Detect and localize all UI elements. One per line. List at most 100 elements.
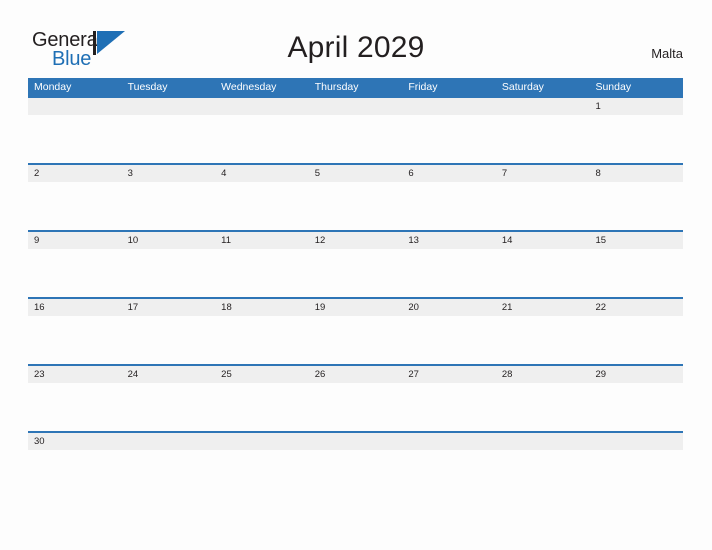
day-cell-number[interactable]: 11 [215,232,309,249]
day-cell-number[interactable]: 7 [496,165,590,182]
day-cell-number[interactable]: 6 [402,165,496,182]
day-cell-number[interactable]: 15 [589,232,683,249]
day-cell-number[interactable]: 12 [309,232,403,249]
day-note-slot[interactable] [122,249,216,297]
day-cell-number[interactable]: 14 [496,232,590,249]
week-daynumber-band: 23 24 25 26 27 28 29 [28,366,683,383]
weekday-header-saturday: Saturday [501,81,544,93]
week-note-area [28,249,683,297]
day-note-slot[interactable] [28,249,122,297]
day-note-slot[interactable] [402,316,496,364]
day-note-slot[interactable] [496,383,590,431]
page-title: April 2029 [287,31,425,64]
day-note-slot[interactable] [309,316,403,364]
day-note-slot[interactable] [215,115,309,163]
day-note-slot[interactable] [589,115,683,163]
day-note-slot[interactable] [589,383,683,431]
day-cell-number[interactable] [215,98,309,115]
day-cell-number[interactable]: 30 [28,433,122,450]
day-note-slot[interactable] [589,249,683,297]
weekday-header-wednesday: Wednesday [221,81,277,93]
day-note-slot[interactable] [496,249,590,297]
day-note-slot[interactable] [215,316,309,364]
week-note-area [28,383,683,431]
day-note-slot[interactable] [28,182,122,230]
day-cell-number[interactable] [496,98,590,115]
day-cell-number[interactable]: 10 [122,232,216,249]
day-cell-number[interactable] [402,433,496,450]
weekday-header-friday: Friday [408,81,438,93]
day-cell-number[interactable]: 8 [589,165,683,182]
day-cell-number[interactable]: 28 [496,366,590,383]
day-cell-number[interactable]: 3 [122,165,216,182]
week-daynumber-band: 9 10 11 12 13 14 15 [28,232,683,249]
day-note-slot[interactable] [496,182,590,230]
week-daynumber-band: 16 17 18 19 20 21 22 [28,299,683,316]
day-note-slot[interactable] [122,115,216,163]
day-note-slot[interactable] [215,249,309,297]
day-note-slot[interactable] [122,182,216,230]
day-note-slot[interactable] [496,115,590,163]
day-cell-number[interactable] [402,98,496,115]
day-note-slot[interactable] [589,316,683,364]
day-cell-number[interactable]: 24 [122,366,216,383]
day-note-slot[interactable] [589,182,683,230]
day-cell-number[interactable]: 25 [215,366,309,383]
day-cell-number[interactable] [496,433,590,450]
day-note-slot[interactable] [122,383,216,431]
day-cell-number[interactable] [215,433,309,450]
day-note-slot[interactable] [28,316,122,364]
day-cell-number[interactable] [589,433,683,450]
weekday-header-tuesday: Tuesday [127,81,168,93]
day-note-slot[interactable] [402,383,496,431]
day-note-slot[interactable] [215,182,309,230]
day-cell-number[interactable]: 27 [402,366,496,383]
day-note-slot[interactable] [122,316,216,364]
day-note-slot[interactable] [28,383,122,431]
day-note-slot[interactable] [215,383,309,431]
calendar-week-row: 30 [28,431,683,451]
day-note-slot[interactable] [309,383,403,431]
week-note-area [28,316,683,364]
weekday-header-thursday: Thursday [314,81,359,93]
day-cell-number[interactable]: 13 [402,232,496,249]
day-cell-number[interactable]: 21 [496,299,590,316]
week-daynumber-band: 1 [28,98,683,115]
day-cell-number[interactable]: 5 [309,165,403,182]
day-note-slot[interactable] [309,249,403,297]
day-cell-number[interactable]: 1 [589,98,683,115]
day-cell-number[interactable]: 22 [589,299,683,316]
day-cell-number[interactable] [28,98,122,115]
day-cell-number[interactable]: 4 [215,165,309,182]
day-note-slot[interactable] [496,316,590,364]
day-note-slot[interactable] [28,115,122,163]
day-cell-number[interactable] [309,98,403,115]
calendar-week-row: 2 3 4 5 6 7 8 [28,163,683,230]
day-cell-number[interactable]: 19 [309,299,403,316]
day-note-slot[interactable] [402,249,496,297]
weekday-header-monday: Monday [34,81,72,93]
calendar-week-row: 1 [28,96,683,163]
weekday-header-row: Monday Tuesday Wednesday Thursday Friday… [28,78,683,96]
week-note-area [28,182,683,230]
day-cell-number[interactable]: 16 [28,299,122,316]
day-cell-number[interactable] [122,98,216,115]
calendar-week-row: 16 17 18 19 20 21 22 [28,297,683,364]
day-cell-number[interactable] [309,433,403,450]
day-note-slot[interactable] [309,115,403,163]
day-cell-number[interactable]: 2 [28,165,122,182]
day-note-slot[interactable] [309,182,403,230]
day-cell-number[interactable]: 18 [215,299,309,316]
day-cell-number[interactable] [122,433,216,450]
day-cell-number[interactable]: 26 [309,366,403,383]
day-note-slot[interactable] [402,182,496,230]
day-cell-number[interactable]: 9 [28,232,122,249]
day-note-slot[interactable] [402,115,496,163]
day-cell-number[interactable]: 20 [402,299,496,316]
weekday-header-sunday: Sunday [595,81,632,93]
calendar-week-row: 9 10 11 12 13 14 15 [28,230,683,297]
region-label: Malta [651,46,683,61]
day-cell-number[interactable]: 29 [589,366,683,383]
day-cell-number[interactable]: 17 [122,299,216,316]
day-cell-number[interactable]: 23 [28,366,122,383]
